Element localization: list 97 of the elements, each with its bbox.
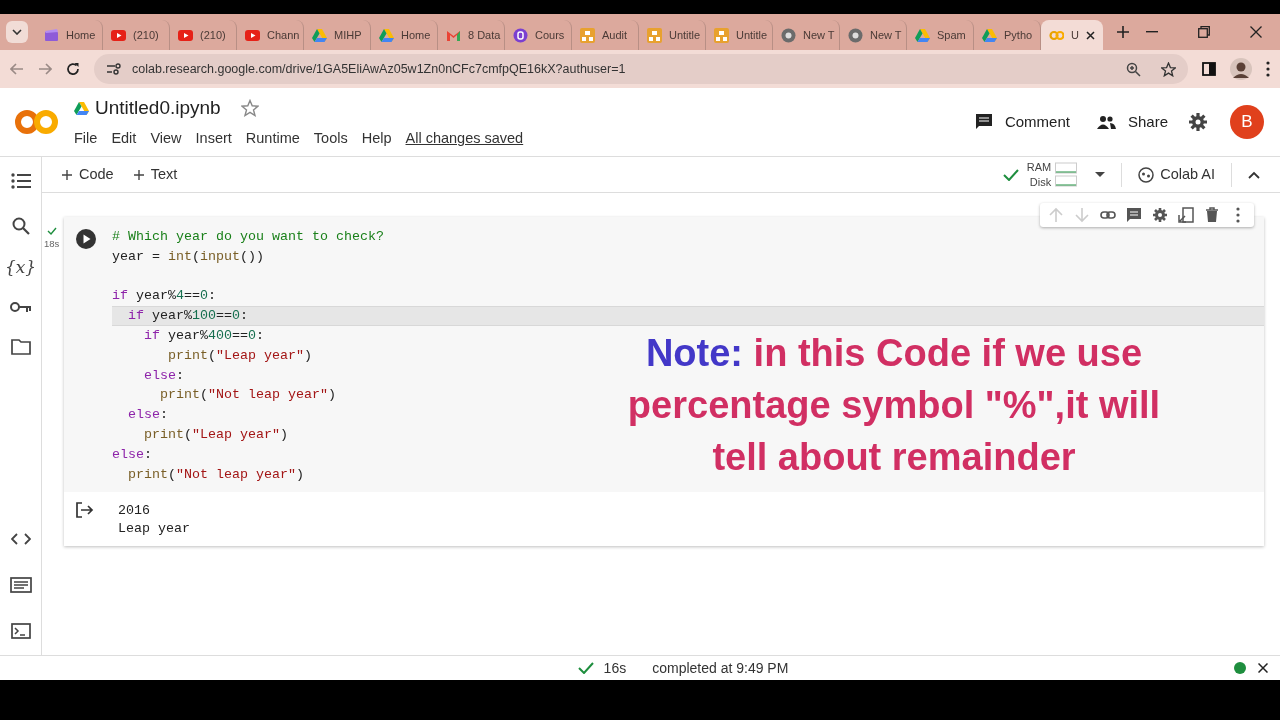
check-icon: [1002, 168, 1019, 181]
restore-icon[interactable]: [1198, 26, 1210, 38]
plus-icon: [62, 169, 72, 180]
usage-meter-icon: [1055, 161, 1078, 188]
triangle-icon: [915, 27, 930, 43]
colab-ai-button[interactable]: Colab AI: [1138, 163, 1215, 186]
code-line: if year%400==0:: [143, 327, 264, 345]
output-icon: [76, 502, 94, 519]
menu-item[interactable]: Runtime: [245, 128, 300, 151]
plus-icon[interactable]: [1117, 26, 1129, 38]
add-cell-button[interactable]: Text: [133, 163, 178, 186]
status-message: completed at 9:49 PM: [652, 658, 789, 678]
terminal-icon[interactable]: [10, 623, 31, 639]
triangle-icon: [312, 27, 327, 43]
output-line: Leap year: [118, 520, 190, 539]
search-icon[interactable]: [11, 217, 30, 235]
tab-search-button[interactable]: [6, 21, 28, 43]
save-status-link[interactable]: All changes saved: [405, 128, 524, 151]
collapse-icon[interactable]: [1248, 170, 1260, 179]
share-button[interactable]: Share: [1095, 110, 1168, 134]
menu-item[interactable]: Help: [361, 128, 392, 151]
chevron-down-icon: [12, 29, 22, 35]
code-line: year = int(input()): [112, 247, 264, 266]
more-icon[interactable]: [1266, 61, 1270, 77]
close-icon[interactable]: [1086, 30, 1095, 40]
menu-item[interactable]: Tools: [313, 128, 348, 151]
account-avatar[interactable]: B: [1230, 105, 1264, 139]
site-settings-icon[interactable]: [106, 63, 122, 75]
note-caption: Note: in this Code if we use percentage symbol "%",it will tell about remainder: [626, 331, 1162, 480]
code-icon[interactable]: [10, 533, 31, 545]
code-line: else:: [112, 445, 152, 464]
comment-button[interactable]: Comment: [974, 110, 1070, 134]
delete-icon[interactable]: [1204, 207, 1220, 223]
side-panel-icon[interactable]: [1202, 62, 1216, 76]
menu-item[interactable]: File: [74, 128, 98, 151]
check-icon: [577, 662, 594, 674]
close-icon[interactable]: [1258, 663, 1268, 673]
caret-icon: [1095, 171, 1106, 178]
code-line: else:: [143, 366, 184, 385]
variables-button[interactable]: {x}: [4, 257, 37, 277]
code-line: print("Not leap year"): [127, 465, 304, 484]
circle-icon: [513, 27, 528, 43]
globe-icon: [781, 27, 796, 43]
menu-item[interactable]: Edit: [111, 128, 137, 151]
star-icon[interactable]: [240, 99, 259, 118]
triangle-icon: [74, 100, 89, 116]
code-line: # Which year do you want to check?: [112, 228, 384, 246]
play-icon: [178, 27, 193, 43]
disk-label: Disk: [1029, 174, 1052, 190]
ram-label: RAM: [1026, 159, 1052, 175]
clapper-icon: [44, 27, 59, 43]
url-text: colab.research.google.com/drive/1GA5EliAwAz05w1Zn0nCFc7cmfpQE16kX?authuser=1: [132, 60, 627, 78]
check-icon: [46, 227, 57, 235]
mirror-cell-icon[interactable]: [1178, 207, 1194, 223]
plus-icon: [133, 169, 144, 180]
people-icon: [1095, 115, 1116, 129]
command-palette-icon[interactable]: [9, 577, 32, 593]
notebook-title[interactable]: Untitled0.ipynb: [95, 93, 221, 123]
smiley-icon: [1138, 166, 1155, 183]
shapes-icon: [714, 27, 729, 43]
code-line: print("Leap year"): [167, 346, 312, 365]
settings-icon[interactable]: [1188, 112, 1208, 132]
shapes-icon: [580, 27, 595, 43]
shapes-icon: [647, 27, 662, 43]
code-line: if year%4==0:: [112, 287, 216, 306]
reload-icon[interactable]: [66, 62, 80, 76]
address-bar[interactable]: colab.research.google.com/drive/1GA5EliAwAz05w1Zn0nCFc7cmfpQE16kX?authuser=1: [94, 54, 1188, 84]
execution-time: 18s: [44, 239, 60, 249]
table-of-contents-icon[interactable]: [10, 173, 31, 189]
menu-item[interactable]: Insert: [195, 128, 232, 151]
execution-time: 16s: [603, 658, 627, 678]
resources-button[interactable]: RAM Disk: [1026, 159, 1106, 190]
menu-item[interactable]: View: [150, 128, 182, 151]
code-line: else:: [127, 406, 168, 424]
add-cell-button[interactable]: Code: [62, 163, 114, 186]
key-icon[interactable]: [9, 301, 32, 313]
globe-icon: [848, 27, 863, 43]
code-line: print("Leap year"): [143, 425, 288, 444]
triangle-icon: [982, 27, 997, 43]
zoom-icon[interactable]: [1126, 61, 1141, 77]
play-icon: [111, 27, 126, 43]
star-icon[interactable]: [1161, 61, 1176, 77]
play-icon: [245, 27, 260, 43]
code-line: if year%100==0:: [127, 307, 248, 325]
comment-icon: [974, 113, 993, 131]
comment-icon[interactable]: [1126, 207, 1142, 223]
code-line: print("Not leap year"): [159, 386, 336, 405]
triangle-icon: [379, 27, 394, 43]
profile-avatar-icon[interactable]: [1230, 58, 1252, 80]
output-line: 2016: [118, 502, 151, 521]
browser-tab[interactable]: U: [1041, 20, 1103, 50]
close-icon[interactable]: [1250, 26, 1262, 38]
folder-icon[interactable]: [10, 339, 31, 355]
logo-icon: [14, 107, 60, 137]
run-button[interactable]: [76, 229, 96, 249]
settings-icon[interactable]: [1152, 207, 1168, 223]
minimize-icon[interactable]: [1146, 31, 1158, 33]
